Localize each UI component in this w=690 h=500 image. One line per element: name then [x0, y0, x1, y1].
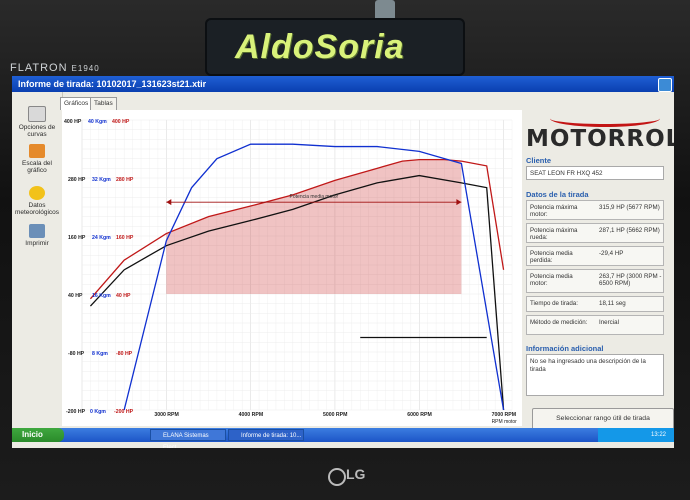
select-range-button[interactable]: Seleccionar rango útil de tirada: [532, 408, 674, 430]
shaded-band: [166, 159, 462, 294]
x-axis-end-label: RPM motor: [492, 419, 518, 425]
monitor-brand: FLATRON E1940: [10, 62, 100, 74]
x-tick-label: 4000 RPM: [239, 412, 264, 418]
sun-icon: [29, 186, 45, 200]
window-titlebar: Informe de tirada: 10102017_131623st21.x…: [12, 76, 674, 92]
printer-icon: [29, 224, 45, 238]
chart-panel: Potencia media motor 400 HP 40 Kgm 400 HP 28…: [62, 110, 522, 426]
taskbar-item[interactable]: ELANA Sistemas Elect...: [150, 429, 226, 448]
taskbar: Inicio ELANA Sistemas Elect... Informe d…: [12, 428, 674, 448]
lg-logo-icon: [328, 468, 346, 486]
y-tick-hp: -80 HP: [68, 351, 85, 357]
curves-icon: [28, 106, 46, 122]
taskbar-item[interactable]: Informe de tirada: 10...: [228, 429, 304, 441]
sticker-text: AldoSoria: [235, 28, 405, 66]
client-value: SEAT LEON FR HXQ 452: [526, 166, 664, 180]
y-tick-hp2: -80 HP: [116, 351, 133, 357]
lg-brand: LG: [346, 466, 366, 482]
run-data-row: Potencia máxima motor: 315,9 HP (5677 RPM…: [526, 200, 664, 220]
clock: 13:22: [650, 432, 666, 438]
run-data-row: Potencia media perdida: -29,4 HP: [526, 246, 664, 266]
run-data-row: Método de medición: Inercial: [526, 315, 664, 335]
y-tick-hp: 40 HP: [68, 293, 83, 299]
curve-options-button[interactable]: Opciones de curvas: [14, 106, 60, 138]
y-tick-kgm: 0 Kgm: [90, 409, 106, 415]
chart-scale-button[interactable]: Escala del gráfico: [14, 144, 60, 174]
y-tick-hp: -200 HP: [66, 409, 86, 415]
client-heading: Cliente: [526, 156, 552, 165]
close-button[interactable]: [658, 78, 672, 92]
tab-graphs[interactable]: Gráficos: [60, 97, 93, 110]
y-tick-hp2: 400 HP: [112, 119, 130, 125]
y-tick-hp: 160 HP: [68, 235, 86, 241]
y-tick-kgm: 8 Kgm: [92, 351, 108, 357]
window-title: Informe de tirada: 10102017_131623st21.x…: [18, 79, 207, 89]
tab-tables[interactable]: Tablas: [90, 97, 117, 110]
y-tick-kgm: 40 Kgm: [88, 119, 107, 125]
motorroll-logo: MOTORROLL: [526, 126, 674, 152]
annotation-label: Potencia media motor: [290, 194, 339, 200]
y-tick-hp2: 160 HP: [116, 235, 134, 241]
run-data-heading: Datos de la tirada: [526, 190, 589, 199]
left-toolbar: Opciones de curvas Escala del gráfico Da…: [12, 92, 63, 424]
screen: Informe de tirada: 10102017_131623st21.x…: [12, 76, 674, 448]
y-tick-hp2: 40 HP: [116, 293, 131, 299]
y-tick-kgm: 16 Kgm: [92, 293, 111, 299]
x-tick-label: 6000 RPM: [407, 412, 432, 418]
weather-data-button[interactable]: Datos meteorológicos: [14, 186, 60, 216]
system-tray: 13:22: [598, 428, 674, 442]
y-tick-kgm: 32 Kgm: [92, 177, 111, 183]
run-data-row: Potencia media motor: 263,7 HP (3000 RPM …: [526, 269, 664, 293]
start-button[interactable]: Inicio: [12, 428, 64, 442]
y-tick-hp: 280 HP: [68, 177, 86, 183]
y-tick-hp2: 280 HP: [116, 177, 134, 183]
right-panel: MOTORROLL Cliente SEAT LEON FR HXQ 452 D…: [522, 110, 674, 426]
run-data-row: Tiempo de tirada: 18,11 seg: [526, 296, 664, 312]
run-data-row: Potencia máxima rueda: 287,1 HP (5662 RPM…: [526, 223, 664, 243]
power-chart: Potencia media motor 400 HP 40 Kgm 400 HP 28…: [64, 119, 518, 425]
y-tick-hp2: -200 HP: [114, 409, 134, 415]
y-tick-hp: 400 HP: [64, 119, 82, 125]
scale-icon: [29, 144, 45, 158]
x-tick-label: 5000 RPM: [323, 412, 348, 418]
y-tick-kgm: 24 Kgm: [92, 235, 111, 241]
x-tick-label: 7000 RPM: [492, 412, 517, 418]
extra-info-text: No se ha ingresado una descripción de la…: [526, 354, 664, 396]
arrow-head-left: [166, 199, 172, 206]
aldosoria-sticker: AldoSoria: [205, 18, 465, 76]
extra-info-heading: Información adicional: [526, 344, 604, 353]
x-tick-label: 3000 RPM: [154, 412, 179, 418]
print-button[interactable]: Imprimir: [14, 224, 60, 247]
logo-arch: [550, 110, 660, 127]
